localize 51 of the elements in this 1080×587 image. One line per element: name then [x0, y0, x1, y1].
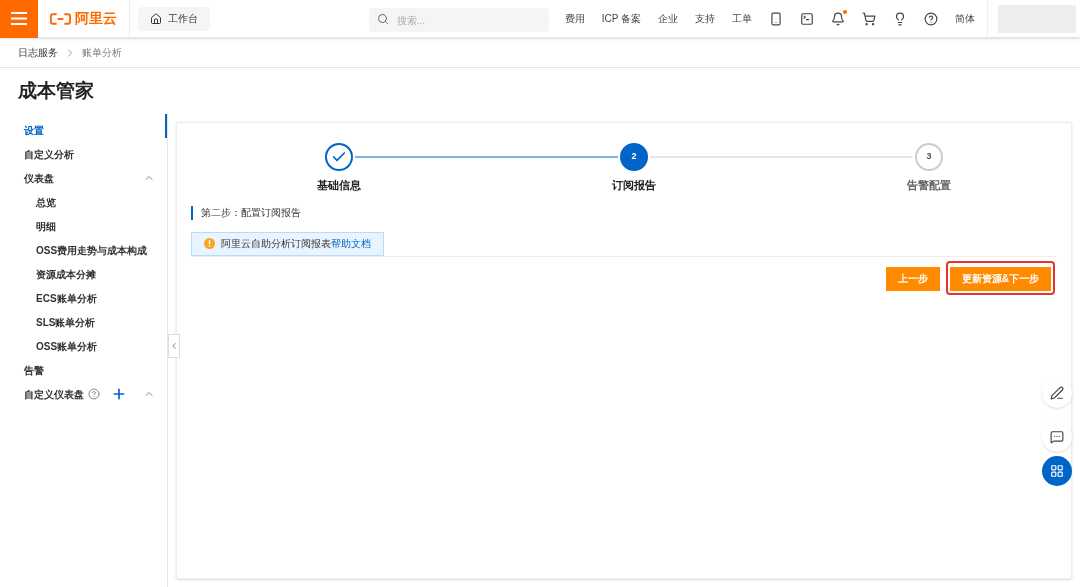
- breadcrumb-item[interactable]: 账单分析: [82, 45, 122, 60]
- sidebar-item[interactable]: 自定义仪表盘: [24, 386, 84, 402]
- sidebar-item[interactable]: 自定义分析: [24, 146, 74, 162]
- sidebar-item[interactable]: 告警: [24, 362, 44, 378]
- nav-link[interactable]: ICP 备案: [601, 11, 641, 26]
- help-icon[interactable]: [924, 11, 938, 26]
- step-number: 2: [631, 150, 637, 164]
- home-icon: [150, 12, 162, 25]
- help-doc-link[interactable]: 帮助文档: [331, 238, 371, 249]
- logo-icon: [50, 12, 71, 25]
- step-number: 3: [926, 150, 932, 164]
- nav-link[interactable]: 工单: [732, 11, 752, 26]
- sidebar-item[interactable]: 总览: [36, 194, 56, 210]
- pen-icon: [1050, 386, 1064, 400]
- sidebar-item[interactable]: SLS账单分析: [36, 314, 96, 330]
- notice-text: 阿里云自助分析订阅报表帮助文档: [221, 237, 371, 251]
- menu-icon: [11, 12, 27, 25]
- step-label: 订阅报告: [612, 178, 656, 193]
- add-icon[interactable]: [111, 386, 127, 402]
- cart-icon[interactable]: [862, 11, 876, 26]
- terminal-icon[interactable]: [800, 11, 814, 26]
- lightbulb-icon[interactable]: [893, 11, 907, 26]
- sidebar-item[interactable]: 设置: [24, 122, 44, 138]
- chevron-left-icon: [169, 340, 179, 352]
- section-title: 第二步：配置订阅报告: [201, 206, 301, 220]
- step-label: 告警配置: [907, 178, 951, 193]
- nav-link[interactable]: 企业: [658, 11, 678, 26]
- sidebar-item[interactable]: 明细: [36, 218, 56, 234]
- search-icon: [376, 12, 389, 25]
- sidebar-item[interactable]: ECS账单分析: [36, 290, 97, 306]
- sidebar-item[interactable]: OSS账单分析: [36, 338, 98, 354]
- chat-icon: [1050, 430, 1064, 444]
- step-label: 基础信息: [317, 178, 361, 193]
- sidebar-item[interactable]: 仪表盘: [24, 170, 54, 186]
- sidebar-item[interactable]: OSS费用走势与成本构成: [36, 242, 148, 258]
- sidebar-item[interactable]: 资源成本分摊: [36, 266, 96, 282]
- page-title: 成本管家: [18, 78, 94, 103]
- grid-icon: [1050, 464, 1064, 478]
- warning-icon: [204, 238, 215, 249]
- nav-link[interactable]: 支持: [695, 11, 715, 26]
- nav-link[interactable]: 费用: [564, 11, 585, 26]
- edit-button[interactable]: [1042, 378, 1072, 408]
- bell-icon[interactable]: [831, 11, 845, 26]
- feedback-button[interactable]: [1042, 422, 1072, 452]
- apps-button[interactable]: [1042, 456, 1072, 486]
- menu-button[interactable]: [0, 0, 38, 38]
- language-link[interactable]: 简体: [955, 11, 975, 26]
- phone-icon[interactable]: [769, 11, 783, 26]
- workbench-button[interactable]: 工作台: [138, 6, 210, 31]
- search-field[interactable]: 搜索...: [368, 8, 549, 32]
- breadcrumb-item[interactable]: 日志服务: [18, 45, 58, 60]
